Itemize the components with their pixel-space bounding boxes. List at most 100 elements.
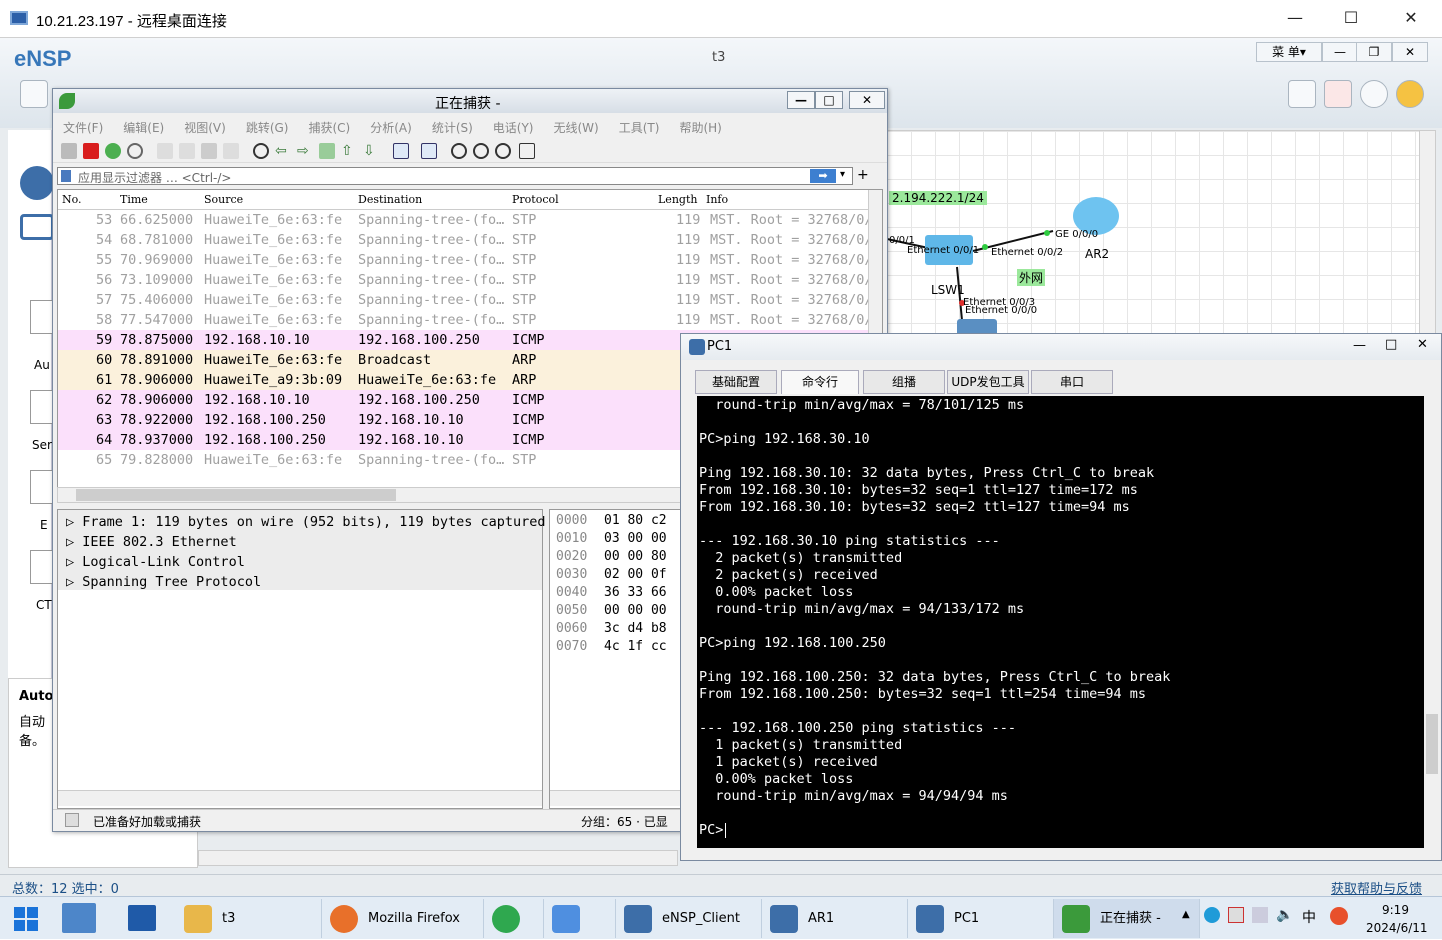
cable-serial-icon[interactable] — [30, 390, 54, 424]
help-icon[interactable] — [1396, 80, 1424, 108]
save-file-icon[interactable] — [179, 143, 195, 159]
canvas-horizontal-scrollbar[interactable] — [198, 850, 678, 866]
taskbar-item[interactable]: t3 — [176, 899, 322, 938]
hex-bytes[interactable]: 36 33 66 — [604, 584, 667, 602]
start-windows-icon[interactable] — [14, 907, 38, 931]
taskbar-item[interactable]: 正在捕获 - — [1054, 899, 1200, 938]
taskbar-item[interactable]: Mozilla Firefox — [322, 899, 484, 938]
sogou-icon[interactable] — [1330, 907, 1348, 925]
zoom-in-icon[interactable] — [451, 143, 467, 159]
stop-capture-icon[interactable] — [83, 143, 99, 159]
volume-icon[interactable]: 🔈 — [1276, 907, 1293, 923]
hex-bytes[interactable]: 01 80 c2 — [604, 512, 667, 530]
menu-analyze[interactable]: 分析(A) — [360, 115, 422, 137]
packet-row[interactable]: 57 75.406000 HuaweiTe_6e:63:fe Spanning-tre… — [58, 290, 882, 310]
cable-auto-icon[interactable] — [30, 300, 54, 334]
router-icon[interactable] — [20, 166, 54, 200]
capture-options-icon[interactable] — [127, 143, 143, 159]
packet-row[interactable]: 58 77.547000 HuaweiTe_6e:63:fe Spanning-tre… — [58, 310, 882, 330]
pc-icon[interactable] — [20, 214, 54, 240]
detail-stp[interactable]: ▷ Spanning Tree Protocol — [66, 572, 261, 592]
ime-indicator[interactable]: 中 — [1302, 907, 1316, 927]
restart-capture-icon[interactable] — [105, 143, 121, 159]
col-length[interactable]: Length — [658, 193, 697, 206]
tab-basic-config[interactable]: 基础配置 — [695, 370, 777, 394]
back-arrow-icon[interactable]: ⇦ — [275, 143, 291, 159]
terminal-vscroll[interactable] — [1424, 396, 1440, 848]
zoom-out-icon[interactable] — [473, 143, 489, 159]
col-time[interactable]: Time — [120, 193, 148, 206]
cable-ct-icon[interactable] — [30, 550, 54, 584]
menu-tools[interactable]: 工具(T) — [609, 115, 670, 137]
ensp-restore-button[interactable]: ❐ — [1356, 42, 1392, 62]
scroll-thumb[interactable] — [1426, 714, 1438, 774]
huawei-icon[interactable] — [1324, 80, 1352, 108]
bookmark-icon[interactable] — [61, 170, 71, 182]
settings-gear-icon[interactable] — [1360, 80, 1388, 108]
start-capture-icon[interactable] — [61, 143, 77, 159]
colorize-icon[interactable] — [421, 143, 437, 159]
forward-arrow-icon[interactable]: ⇨ — [297, 143, 313, 159]
tray-expand-icon[interactable]: ▲ — [1182, 909, 1190, 920]
tab-udp-tool[interactable]: UDP发包工具 — [947, 370, 1029, 394]
menu-go[interactable]: 跳转(G) — [236, 115, 299, 137]
ws-close-button[interactable]: ✕ — [849, 91, 885, 109]
packet-row[interactable]: 55 70.969000 HuaweiTe_6e:63:fe Spanning-tre… — [58, 250, 882, 270]
ensp-menu-button[interactable]: 菜 单▾ — [1256, 42, 1322, 62]
rdp-maximize-button[interactable]: ☐ — [1328, 0, 1374, 36]
ws-minimize-button[interactable]: — — [787, 91, 815, 109]
cable-ethernet-icon[interactable] — [30, 470, 54, 504]
detail-frame[interactable]: ▷ Frame 1: 119 bytes on wire (952 bits),… — [66, 512, 546, 532]
network-icon[interactable] — [1252, 907, 1268, 923]
details-hscroll[interactable] — [58, 790, 542, 806]
hex-bytes[interactable]: 03 00 00 — [604, 530, 667, 548]
chat-icon[interactable] — [1288, 80, 1316, 108]
ensp-close-button[interactable]: ✕ — [1392, 42, 1428, 62]
close-file-icon[interactable] — [201, 143, 217, 159]
server-manager-icon[interactable] — [62, 903, 96, 933]
menu-statistics[interactable]: 统计(S) — [422, 115, 483, 137]
last-packet-icon[interactable]: ⇩ — [363, 143, 379, 159]
help-feedback-link[interactable]: 获取帮助与反馈 — [1331, 878, 1422, 897]
menu-file[interactable]: 文件(F) — [53, 115, 113, 137]
new-topology-icon[interactable] — [20, 80, 48, 108]
first-packet-icon[interactable]: ⇧ — [341, 143, 357, 159]
filter-dropdown-icon[interactable]: ▾ — [840, 169, 845, 180]
open-file-icon[interactable] — [157, 143, 173, 159]
packet-row[interactable]: 54 68.781000 HuaweiTe_6e:63:fe Spanning-tre… — [58, 230, 882, 250]
scroll-thumb[interactable] — [76, 489, 396, 501]
col-source[interactable]: Source — [204, 193, 243, 206]
clock-time[interactable]: 9:19 — [1382, 903, 1409, 917]
rdp-minimize-button[interactable]: — — [1272, 0, 1318, 36]
col-destination[interactable]: Destination — [358, 193, 422, 206]
ws-maximize-button[interactable]: □ — [815, 91, 843, 109]
taskbar-item[interactable]: eNSP_Client — [616, 899, 762, 938]
taskbar-item[interactable]: PC1 — [908, 899, 1054, 938]
rdp-close-button[interactable]: ✕ — [1388, 0, 1434, 36]
display-filter-input[interactable]: 应用显示过滤器 … <Ctrl-/> ➡ ▾ — [57, 167, 853, 185]
pc1-maximize-button[interactable]: □ — [1385, 337, 1397, 352]
powershell-icon[interactable] — [128, 905, 156, 931]
hex-bytes[interactable]: 00 00 80 — [604, 548, 667, 566]
resize-columns-icon[interactable] — [519, 143, 535, 159]
bytes-hscroll[interactable] — [550, 790, 680, 806]
autoscroll-icon[interactable] — [393, 143, 409, 159]
menu-telephony[interactable]: 电话(Y) — [483, 115, 544, 137]
hex-bytes[interactable]: 3c d4 b8 — [604, 620, 667, 638]
apply-filter-arrow-icon[interactable]: ➡ — [810, 169, 836, 183]
terminal-output[interactable]: round-trip min/avg/max = 78/101/125 ms PC… — [697, 396, 1440, 848]
col-protocol[interactable]: Protocol — [512, 193, 559, 206]
menu-view[interactable]: 视图(V) — [174, 115, 236, 137]
menu-wireless[interactable]: 无线(W) — [544, 115, 609, 137]
taskbar-item[interactable] — [484, 899, 544, 938]
tab-command-line[interactable]: 命令行 — [781, 370, 859, 394]
hex-bytes[interactable]: 02 00 0f — [604, 566, 667, 584]
tab-multicast[interactable]: 组播 — [863, 370, 945, 394]
edge-tray-icon[interactable] — [1204, 907, 1220, 923]
reload-file-icon[interactable] — [223, 143, 239, 159]
tray-icon[interactable] — [1228, 907, 1244, 923]
pc1-close-button[interactable]: ✕ — [1417, 337, 1428, 352]
col-no[interactable]: No. — [62, 193, 82, 206]
packet-bytes[interactable]: 0000 01 80 c2 0010 03 00 00 0020 00 00 80 0030… — [549, 509, 681, 809]
find-packet-icon[interactable] — [253, 143, 269, 159]
